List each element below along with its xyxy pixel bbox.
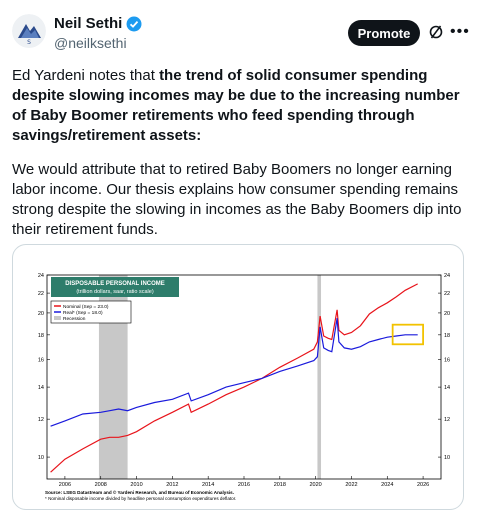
- chart-title: DISPOSABLE PERSONAL INCOME: [65, 281, 165, 287]
- author-name-row[interactable]: Neil Sethi: [54, 15, 142, 32]
- author-name[interactable]: Neil Sethi: [54, 15, 122, 32]
- y-tick-label-left-1: 22: [38, 291, 44, 297]
- legend-label-0: Nominal (Sep = 23.0): [63, 304, 109, 310]
- x-tick-label-9: 2024: [381, 482, 393, 488]
- x-tick-label-2: 2010: [130, 482, 142, 488]
- legend-label-1: Real* (Sep = 18.0): [63, 310, 103, 316]
- y-tick-label-right-7: 10: [444, 455, 450, 461]
- x-tick-label-5: 2016: [238, 482, 250, 488]
- y-tick-label-left-3: 18: [38, 333, 44, 339]
- chart-subtitle: (trillion dollars, saar, ratio scale): [76, 289, 154, 295]
- more-icon[interactable]: •••: [450, 23, 470, 41]
- promote-button[interactable]: Promote: [348, 20, 420, 46]
- y-tick-label-left-6: 12: [38, 417, 44, 423]
- y-tick-label-left-2: 20: [38, 311, 44, 317]
- avatar-logo-icon: S: [12, 14, 46, 48]
- tweet-paragraph-2: We would attribute that to retired Baby …: [12, 161, 462, 238]
- x-tick-label-8: 2022: [345, 482, 357, 488]
- legend-label-recession: Recession: [63, 316, 86, 322]
- y-tick-label-right-2: 20: [444, 311, 450, 317]
- x-tick-label-10: 2026: [417, 482, 429, 488]
- slash-circle-icon[interactable]: [428, 24, 444, 40]
- svg-text:S: S: [27, 39, 31, 46]
- y-tick-label-left-5: 14: [38, 385, 44, 391]
- author-handle[interactable]: @neilksethi: [54, 35, 127, 51]
- tweet-paragraph-1: Ed Yardeni notes that the trend of solid…: [12, 66, 468, 146]
- y-tick-label-left-7: 10: [38, 455, 44, 461]
- y-tick-label-right-1: 22: [444, 291, 450, 297]
- y-tick-label-right-5: 14: [444, 385, 450, 391]
- verified-badge-icon: [126, 16, 142, 31]
- x-tick-label-7: 2020: [310, 482, 322, 488]
- x-tick-label-3: 2012: [166, 482, 178, 488]
- chart-footnote: * Nominal disposable income divided by h…: [45, 496, 236, 501]
- avatar[interactable]: S: [12, 14, 46, 48]
- y-tick-label-right-4: 16: [444, 357, 450, 363]
- tweet-text-plain: Ed Yardeni notes that: [12, 67, 160, 84]
- legend-swatch-recession: [54, 316, 61, 320]
- y-tick-label-left-0: 24: [38, 273, 44, 279]
- chart-source: Source: LSEG Datastream and © Yardeni Re…: [45, 489, 234, 495]
- x-tick-label-0: 2006: [59, 482, 71, 488]
- x-tick-label-6: 2018: [274, 482, 286, 488]
- x-tick-label-4: 2014: [202, 482, 214, 488]
- income-chart: 24 2422 2220 2018 1816 1614 1412 1210 102006 2008…: [38, 273, 450, 501]
- recession-band-1: [317, 275, 322, 479]
- y-tick-label-right-0: 24: [444, 273, 450, 279]
- tweet-header: S Neil Sethi @neilksethi Promote •••: [0, 0, 482, 60]
- y-tick-label-right-6: 12: [444, 417, 450, 423]
- y-tick-label-right-3: 18: [444, 333, 450, 339]
- x-tick-label-1: 2008: [95, 482, 107, 488]
- chart-image-card[interactable]: 24 24 22 22 20 20 18 18 16 16 14 14 12 12 10 10 2006 2008…: [12, 244, 464, 510]
- y-tick-label-left-4: 16: [38, 357, 44, 363]
